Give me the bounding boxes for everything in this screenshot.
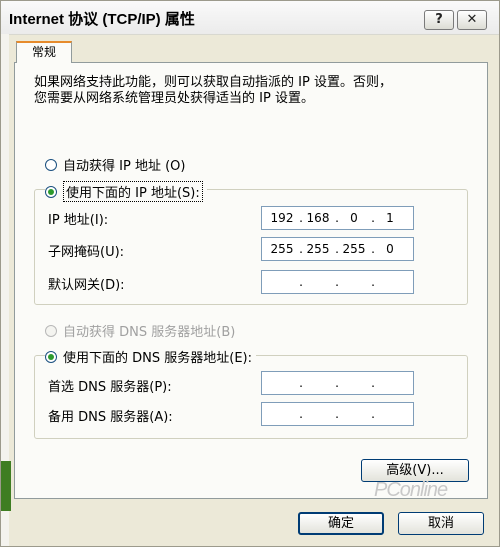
mask-octet-1: 255 — [270, 242, 294, 256]
ip-address-input[interactable]: 192 . 168 . 0 . 1 — [261, 206, 414, 230]
radio-auto-ip-circle[interactable] — [45, 158, 57, 171]
pconline-watermark: PConline — [374, 479, 448, 501]
octet-separator: . — [371, 376, 375, 390]
preferred-dns-input[interactable]: . . . — [261, 371, 414, 395]
radio-manual-dns-label: 使用下面的 DNS 服务器地址(E): — [63, 351, 252, 366]
octet-separator: . — [299, 376, 303, 390]
title-bar[interactable]: Internet 协议 (TCP/IP) 属性 ? ✕ — [1, 1, 499, 35]
radio-manual-ip[interactable]: 使用下面的 IP 地址(S): — [45, 181, 207, 202]
background-green-bar — [1, 461, 11, 511]
radio-auto-dns-circle[interactable] — [45, 324, 57, 337]
octet-separator: . — [335, 275, 339, 289]
alternate-dns-input[interactable]: . . . — [261, 402, 414, 426]
default-gateway-input[interactable]: . . . — [261, 270, 414, 294]
subnet-mask-label: 子网掩码(U): — [48, 245, 125, 260]
default-gateway-label: 默认网关(D): — [48, 278, 125, 293]
alternate-dns-label: 备用 DNS 服务器(A): — [48, 410, 173, 425]
radio-auto-dns[interactable]: 自动获得 DNS 服务器地址(B) — [45, 321, 235, 340]
mask-octet-4: 0 — [386, 242, 394, 256]
radio-manual-dns[interactable]: 使用下面的 DNS 服务器地址(E): — [45, 347, 256, 366]
radio-auto-dns-label: 自动获得 DNS 服务器地址(B) — [63, 325, 236, 340]
window-title: Internet 协议 (TCP/IP) 属性 — [9, 11, 195, 28]
radio-manual-ip-circle[interactable] — [45, 185, 57, 198]
ip-octet-1: 192 — [270, 211, 294, 225]
octet-separator: . — [335, 376, 339, 390]
tab-general[interactable]: 常规 — [16, 41, 72, 63]
mask-octet-3: 255 — [342, 242, 366, 256]
radio-manual-ip-label: 使用下面的 IP 地址(S): — [63, 181, 203, 202]
mask-octet-2: 255 — [306, 242, 330, 256]
ok-button[interactable]: 确定 — [298, 512, 384, 535]
subnet-mask-input[interactable]: 255 . 255 . 255 . 0 — [261, 237, 414, 261]
description-text: 如果网络支持此功能，则可以获取自动指派的 IP 设置。否则， 您需要从网络系统管… — [34, 75, 392, 106]
help-button[interactable]: ? — [424, 10, 454, 30]
close-button[interactable]: ✕ — [457, 10, 487, 30]
octet-separator: . — [371, 275, 375, 289]
octet-separator: . — [335, 407, 339, 421]
ip-octet-3: 0 — [350, 211, 358, 225]
octet-separator: . — [371, 407, 375, 421]
radio-manual-dns-circle[interactable] — [45, 350, 57, 363]
octet-separator: . — [299, 275, 303, 289]
dns-settings-group — [34, 355, 468, 439]
ip-octet-4: 1 — [386, 211, 394, 225]
ip-octet-2: 168 — [306, 211, 330, 225]
ip-address-label: IP 地址(I): — [48, 213, 109, 228]
octet-separator: . — [299, 407, 303, 421]
cancel-button[interactable]: 取消 — [398, 512, 484, 535]
preferred-dns-label: 首选 DNS 服务器(P): — [48, 380, 172, 395]
radio-auto-ip-label: 自动获得 IP 地址 (O) — [63, 159, 186, 174]
radio-auto-ip[interactable]: 自动获得 IP 地址 (O) — [45, 155, 185, 174]
tcpip-properties-dialog: Internet 协议 (TCP/IP) 属性 ? ✕ 常规 如果网络支持此功能… — [0, 0, 500, 547]
